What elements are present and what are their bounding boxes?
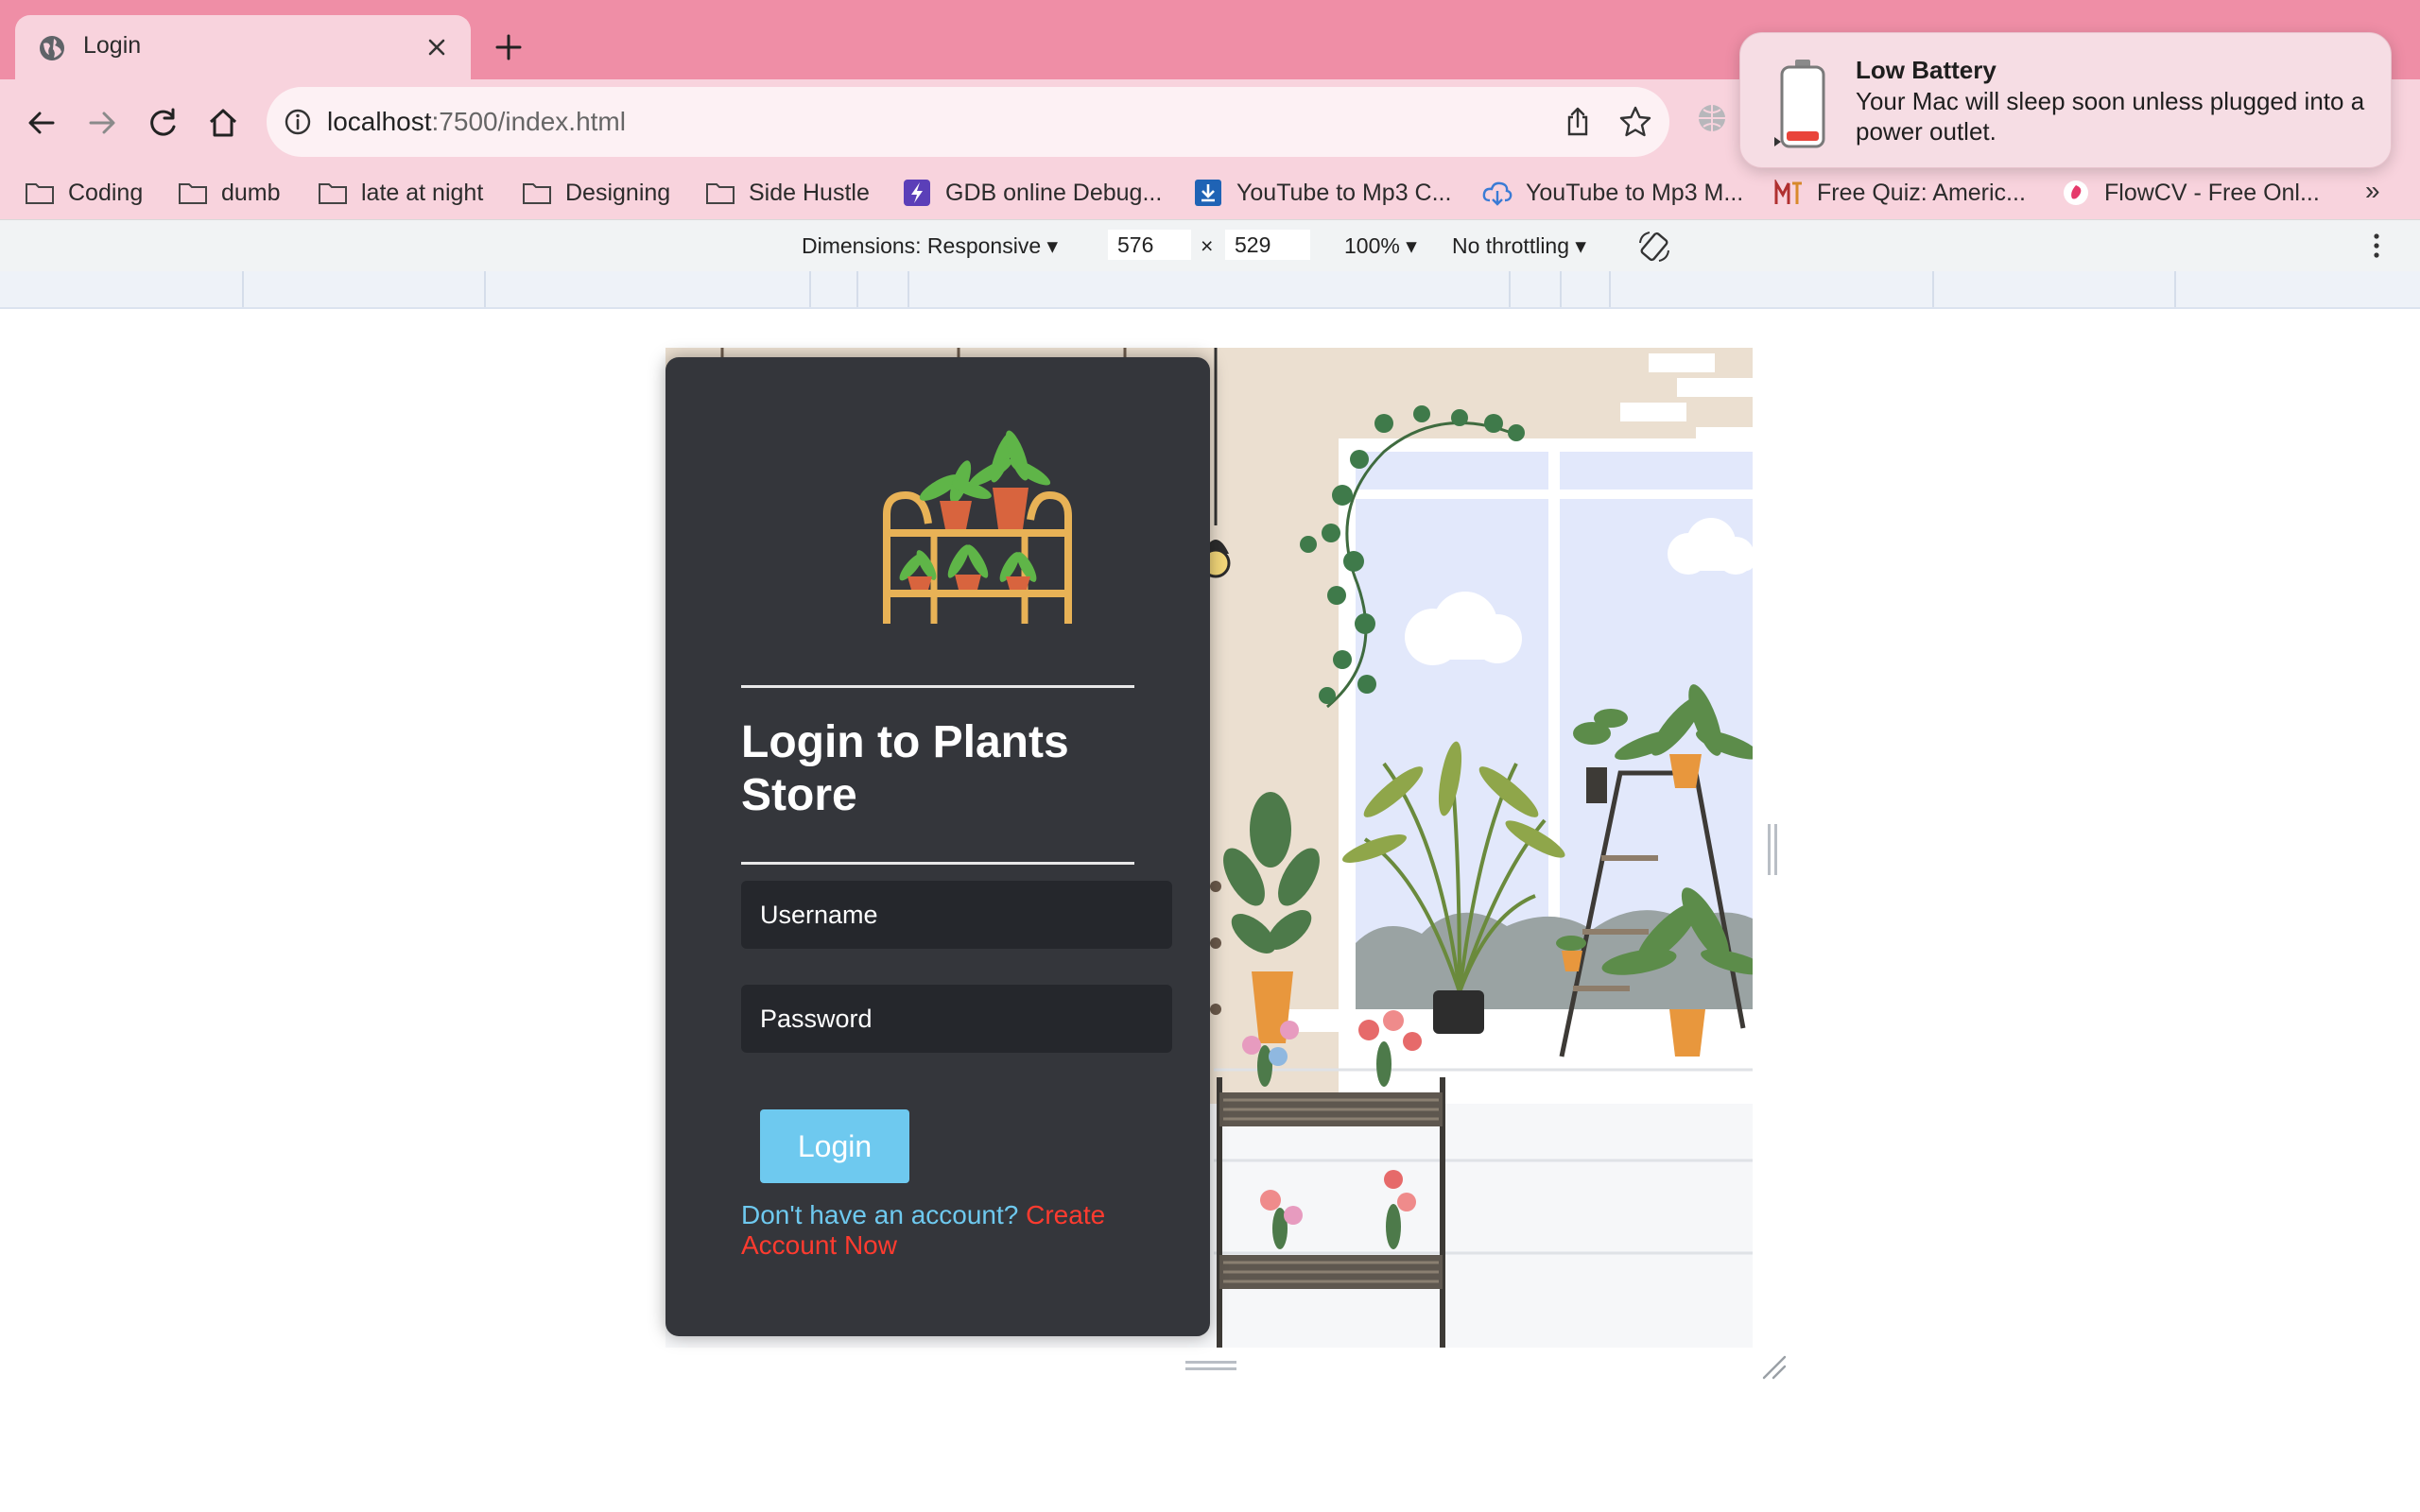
- dimension-separator: ×: [1201, 233, 1214, 258]
- ruler-tick: [856, 271, 858, 307]
- cloud-download-icon: [1482, 181, 1512, 206]
- tab-login[interactable]: Login: [15, 15, 471, 79]
- reload-icon[interactable]: [144, 104, 182, 142]
- bookmark-label: late at night: [361, 179, 484, 206]
- bookmark-label: YouTube to Mp3 C...: [1236, 179, 1452, 206]
- ruler-tick: [1560, 271, 1562, 307]
- share-icon[interactable]: [1562, 106, 1594, 138]
- dropdown-caret-icon: ▾: [1406, 233, 1417, 258]
- folder-icon: [319, 183, 347, 204]
- width-input[interactable]: 576: [1108, 230, 1191, 260]
- dropdown-caret-icon: ▾: [1575, 233, 1586, 258]
- bookmarks-bar: Coding dumb late at night Designing Side…: [0, 166, 2420, 219]
- page-title: Login to Plants Store: [741, 717, 1069, 820]
- resize-corner-icon[interactable]: [1760, 1353, 1787, 1380]
- gdb-icon: [904, 180, 930, 206]
- ruler-tick: [809, 271, 811, 307]
- password-input[interactable]: [741, 985, 1172, 1053]
- device-toolbar: Dimensions: Responsive ▾ 576 × 529 100% …: [0, 219, 2420, 271]
- flowcv-icon: [2064, 180, 2088, 205]
- bookmark-dumb[interactable]: dumb: [178, 176, 281, 210]
- bookmark-label: FlowCV - Free Onl...: [2104, 179, 2320, 206]
- ruler-tick: [1609, 271, 1611, 307]
- ruler-tick: [2174, 271, 2176, 307]
- url-path: :7500/index.html: [431, 107, 626, 136]
- bookmark-designing[interactable]: Designing: [522, 176, 670, 210]
- ruler-tick: [484, 271, 486, 307]
- folder-icon: [706, 183, 735, 204]
- bookmark-flowcv[interactable]: FlowCV - Free Onl...: [2061, 176, 2320, 210]
- ruler-tick: [242, 271, 244, 307]
- bookmark-late-at-night[interactable]: late at night: [318, 176, 483, 210]
- login-card: Login to Plants Store Login Don't have a…: [666, 357, 1210, 1336]
- ruler-tick: [1509, 271, 1511, 307]
- home-icon[interactable]: [204, 104, 242, 142]
- bookmark-label: dumb: [221, 179, 281, 206]
- url-host: localhost: [327, 107, 432, 136]
- media-query-ruler: [0, 271, 2420, 309]
- new-tab-icon[interactable]: [493, 32, 524, 62]
- dropdown-caret-icon: ▾: [1046, 233, 1059, 258]
- bookmark-label: Coding: [68, 179, 144, 206]
- close-tab-icon[interactable]: [424, 34, 450, 60]
- bookmark-youtube-mp3-c[interactable]: YouTube to Mp3 C...: [1193, 176, 1451, 210]
- username-input[interactable]: [741, 881, 1172, 949]
- notification-title: Low Battery: [1856, 56, 1996, 84]
- zoom-label: 100%: [1344, 233, 1400, 258]
- ruler-tick: [908, 271, 909, 307]
- throttling-label: No throttling: [1452, 233, 1570, 258]
- no-account-text: Don't have an account?: [741, 1200, 1019, 1229]
- extension-globe-icon[interactable]: [1696, 102, 1728, 134]
- resize-handle-bottom[interactable]: [1185, 1361, 1236, 1370]
- login-button[interactable]: Login: [760, 1109, 909, 1183]
- bookmark-gdb[interactable]: GDB online Debug...: [902, 176, 1162, 210]
- dimensions-dropdown[interactable]: Dimensions: Responsive ▾: [802, 233, 1058, 259]
- divider-top: [741, 685, 1134, 688]
- height-input[interactable]: 529: [1225, 230, 1310, 260]
- low-battery-notification[interactable]: Low Battery Your Mac will sleep soon unl…: [1739, 32, 2392, 168]
- plant-shelf-logo-icon: [883, 430, 1072, 624]
- globe-icon: [40, 36, 64, 60]
- rotate-icon[interactable]: [1637, 230, 1671, 264]
- bookmark-star-icon[interactable]: [1618, 105, 1652, 139]
- bookmark-label: GDB online Debug...: [945, 179, 1163, 206]
- bookmark-label: Designing: [565, 179, 671, 206]
- bookmark-coding[interactable]: Coding: [25, 176, 143, 210]
- download-icon: [1195, 180, 1221, 206]
- folder-icon: [523, 183, 551, 204]
- dimensions-label: Dimensions: Responsive: [802, 233, 1042, 258]
- site-info-icon[interactable]: [284, 108, 312, 136]
- bookmark-side-hustle[interactable]: Side Hustle: [705, 176, 870, 210]
- more-options-icon[interactable]: [2363, 232, 2390, 260]
- bookmark-free-quiz[interactable]: Free Quiz: Americ...: [1773, 176, 2026, 210]
- tab-title: Login: [83, 32, 142, 59]
- forward-icon[interactable]: [83, 104, 121, 142]
- signup-prompt: Don't have an account? Create Account No…: [741, 1200, 1138, 1261]
- notification-body: Your Mac will sleep soon unless plugged …: [1856, 87, 2365, 146]
- bookmark-youtube-mp3-m[interactable]: YouTube to Mp3 M...: [1482, 176, 1743, 210]
- zoom-dropdown[interactable]: 100% ▾: [1344, 233, 1417, 259]
- folder-icon: [179, 183, 207, 204]
- low-battery-icon: [1774, 60, 1825, 148]
- address-bar[interactable]: localhost:7500/index.html: [267, 87, 1669, 157]
- throttling-dropdown[interactable]: No throttling ▾: [1452, 233, 1586, 259]
- url-text[interactable]: localhost:7500/index.html: [327, 107, 626, 137]
- resize-handle-right[interactable]: [1768, 824, 1777, 875]
- divider-bottom: [741, 862, 1134, 865]
- bookmark-label: Free Quiz: Americ...: [1817, 179, 2026, 206]
- bookmark-label: YouTube to Mp3 M...: [1526, 179, 1744, 206]
- bookmarks-overflow-button[interactable]: »: [2365, 176, 2380, 206]
- ruler-tick: [1932, 271, 1934, 307]
- back-icon[interactable]: [23, 104, 60, 142]
- quiz-icon: [1774, 180, 1802, 204]
- bookmark-label: Side Hustle: [749, 179, 870, 206]
- folder-icon: [26, 183, 54, 204]
